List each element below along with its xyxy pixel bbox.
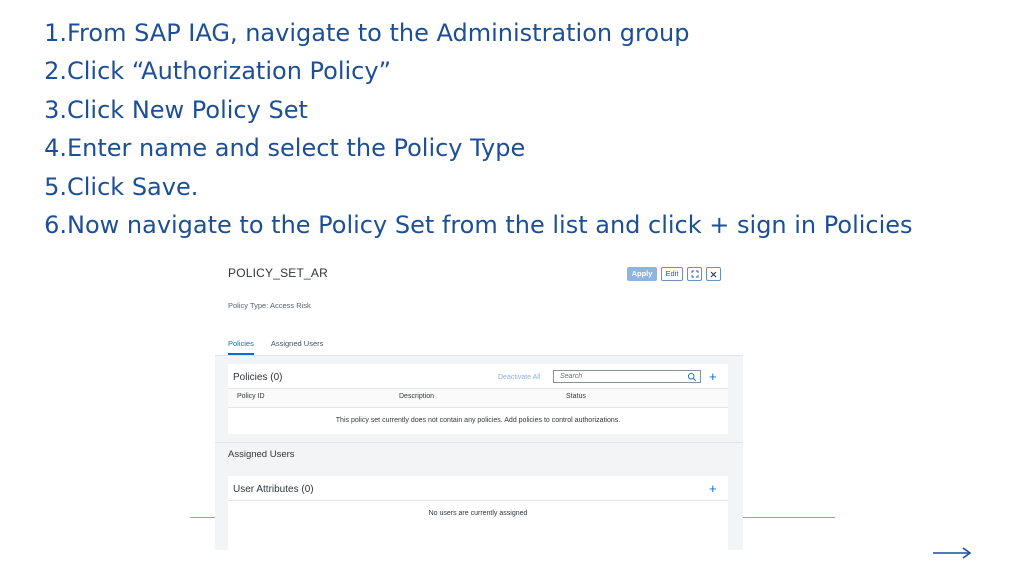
- step-number: 1.: [44, 19, 67, 47]
- search-placeholder: Search: [560, 373, 583, 380]
- policy-set-title: POLICY_SET_AR: [228, 266, 328, 280]
- expand-icon: [691, 270, 698, 278]
- policies-section: Policies (0) Deactivate All Search + Pol…: [228, 364, 728, 434]
- step-number: 5.: [44, 172, 67, 201]
- step-item: 2. Click “Authorization Policy”: [40, 52, 940, 90]
- column-policy-id: Policy ID: [237, 393, 265, 400]
- divider-line-left: [190, 517, 216, 518]
- step-item: 6. Now navigate to the Policy Set from th…: [40, 206, 940, 244]
- header-toolbar: Apply Edit: [627, 267, 721, 281]
- step-text: Enter name and select the Policy Type: [67, 134, 526, 163]
- deactivate-all-button[interactable]: Deactivate All: [498, 374, 540, 381]
- user-attributes-section: User Attributes (0) + No users are curre…: [228, 476, 728, 550]
- search-input[interactable]: Search: [553, 370, 701, 383]
- policies-empty-message: This policy set currently does not conta…: [335, 417, 621, 424]
- apply-button[interactable]: Apply: [627, 267, 657, 281]
- user-attributes-header: User Attributes (0) +: [228, 476, 728, 500]
- search-icon[interactable]: [687, 372, 697, 382]
- divider-line-right: [743, 517, 835, 518]
- step-item: 4. Enter name and select the Policy Type: [40, 129, 940, 167]
- panel-header: POLICY_SET_AR Apply Edit Policy Type: Ac…: [215, 262, 743, 356]
- step-item: 5. Click Save.: [40, 168, 940, 206]
- column-status: Status: [566, 393, 586, 400]
- step-item: 1. From SAP IAG, navigate to the Administ…: [40, 14, 940, 52]
- step-number: 3.: [44, 95, 67, 124]
- assigned-users-heading: Assigned Users: [228, 449, 295, 460]
- policies-header: Policies (0) Deactivate All Search +: [228, 364, 728, 388]
- policy-set-panel: POLICY_SET_AR Apply Edit Policy Type: Ac…: [215, 262, 743, 550]
- tab-assigned-users[interactable]: Assigned Users: [271, 339, 324, 355]
- step-number: 2.: [44, 57, 67, 86]
- step-text: From SAP IAG, navigate to the Administra…: [67, 19, 690, 47]
- close-icon: [710, 271, 717, 277]
- policies-title: Policies (0): [233, 372, 283, 383]
- arrow-right-icon[interactable]: [932, 546, 972, 560]
- step-text: Click “Authorization Policy”: [67, 57, 391, 86]
- step-text: Click Save.: [67, 172, 199, 201]
- step-item: 3. Click New Policy Set: [40, 91, 940, 129]
- step-number: 6.: [44, 211, 67, 240]
- step-text: Click New Policy Set: [67, 95, 308, 124]
- tab-bar: Policies Assigned Users: [228, 339, 323, 355]
- step-text: Now navigate to the Policy Set from the …: [67, 211, 913, 240]
- policies-table-header: Policy ID Description Status: [228, 388, 728, 408]
- user-attributes-title: User Attributes (0): [233, 484, 314, 495]
- close-button[interactable]: [706, 267, 721, 281]
- add-policy-button[interactable]: +: [709, 370, 717, 383]
- policy-type-label: Policy Type: Access Risk: [228, 301, 311, 310]
- column-description: Description: [399, 393, 435, 400]
- tab-policies[interactable]: Policies: [228, 339, 254, 355]
- user-attributes-empty-message: No users are currently assigned: [228, 500, 728, 527]
- edit-button[interactable]: Edit: [661, 267, 683, 281]
- add-user-attribute-button[interactable]: +: [709, 482, 717, 495]
- section-divider: [215, 442, 743, 443]
- expand-button[interactable]: [687, 267, 702, 281]
- step-number: 4.: [44, 134, 67, 163]
- instruction-steps: 1. From SAP IAG, navigate to the Administ…: [40, 14, 940, 244]
